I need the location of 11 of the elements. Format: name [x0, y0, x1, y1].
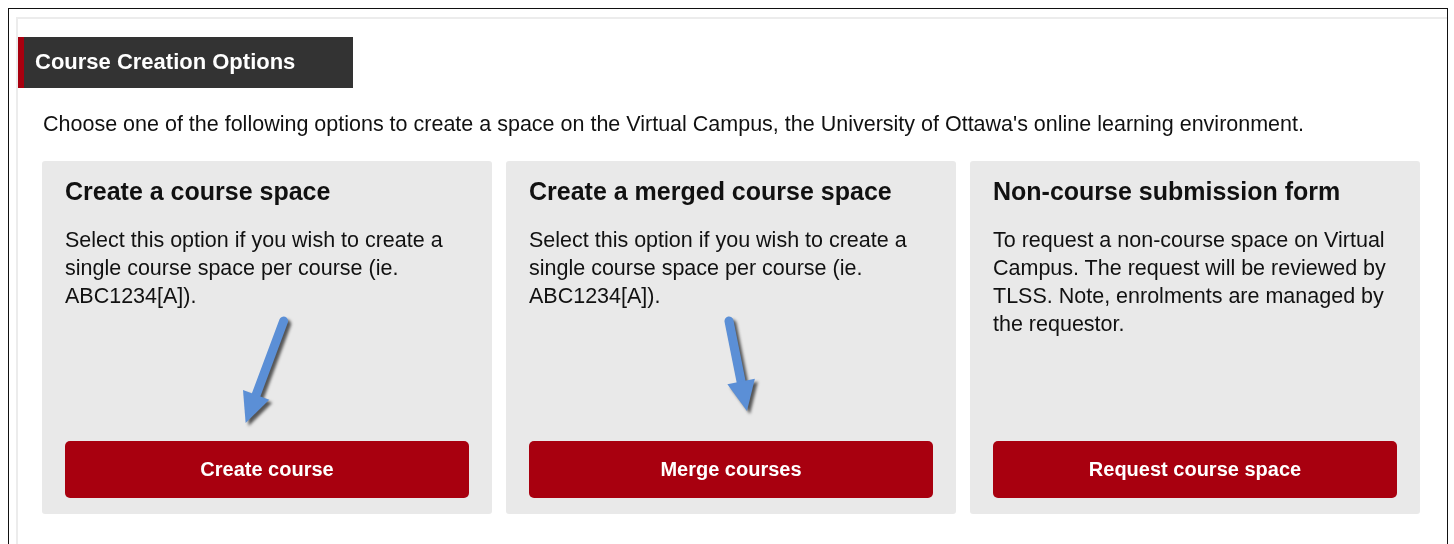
section-title: Course Creation Options — [35, 49, 296, 74]
card-title: Create a course space — [65, 177, 332, 206]
card-description: Select this option if you wish to create a single course space per course (ie. ABC1234[A]). — [529, 227, 908, 310]
intro-text: Choose one of the following options to create a space on the Virtual Campus, the University of Ottawa's online learning environment. — [43, 112, 1305, 137]
action-button[interactable]: Create course — [65, 441, 469, 498]
card-description: Select this option if you wish to create a single course space per course (ie. ABC1234[A]). — [65, 227, 444, 310]
action-button[interactable]: Request course space — [993, 441, 1397, 498]
card-title: Non-course submission form — [993, 177, 1342, 206]
card-description: To request a non-course space on Virtual Campus. The request will be reviewed by TLSS. Note, enrolments are managed by the requestor. — [993, 227, 1387, 338]
action-button[interactable]: Merge courses — [529, 441, 933, 498]
card-title: Create a merged course space — [529, 177, 893, 206]
